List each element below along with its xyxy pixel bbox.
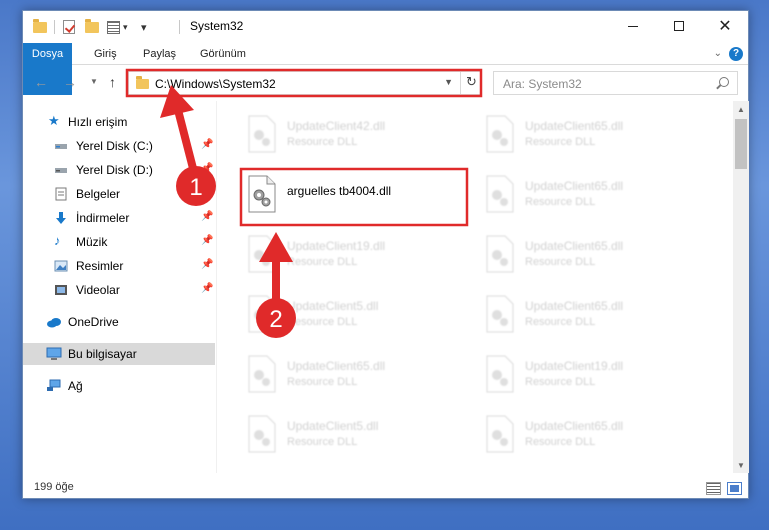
- sidebar-item-onedrive[interactable]: OneDrive: [23, 311, 215, 333]
- dll-file-icon: [247, 415, 277, 453]
- forward-button[interactable]: →: [63, 74, 77, 90]
- scroll-down-icon[interactable]: ▼: [737, 461, 745, 470]
- vertical-scrollbar[interactable]: ▲ ▼: [733, 101, 749, 473]
- help-icon[interactable]: ?: [729, 47, 743, 61]
- pin-icon: 📌: [201, 163, 214, 174]
- window-title: System32: [190, 19, 244, 33]
- pin-icon: 📌: [201, 139, 214, 150]
- item-count: 199 öğe: [34, 481, 74, 493]
- dll-file-icon: [485, 235, 515, 273]
- scroll-up-icon[interactable]: ▲: [737, 105, 745, 114]
- file-name: arguelles tb4004.dll: [287, 184, 392, 198]
- pane-splitter[interactable]: [216, 101, 217, 473]
- separator: [179, 17, 180, 37]
- address-path: C:\Windows\System32: [155, 77, 276, 91]
- star-icon: ★: [48, 113, 60, 128]
- drive-icon: [54, 139, 68, 153]
- downloads-icon: [54, 211, 68, 225]
- folder-icon: [33, 17, 47, 37]
- maximize-button[interactable]: [656, 11, 702, 41]
- search-icon: [719, 77, 729, 87]
- dll-file-icon: [485, 115, 515, 153]
- file-item-selected[interactable]: arguelles tb4004.dll: [239, 169, 459, 221]
- dll-file-icon: [485, 175, 515, 213]
- file-item[interactable]: UpdateClient65.dll Resource DLL: [477, 289, 697, 341]
- music-icon: ♪: [54, 233, 61, 248]
- documents-icon: [54, 187, 68, 201]
- ribbon-tabs: Dosya Giriş Paylaş Görünüm ⌄ ?: [23, 43, 748, 95]
- file-item[interactable]: UpdateClient19.dll Resource DLL: [477, 349, 697, 401]
- status-bar: 199 öğe: [23, 477, 748, 499]
- sidebar-item-drive-c[interactable]: Yerel Disk (C:) 📌: [23, 135, 215, 157]
- tab-share[interactable]: Paylaş: [143, 43, 176, 65]
- new-folder-icon[interactable]: [85, 17, 99, 37]
- folder-icon: [136, 76, 149, 89]
- sidebar-item-videos[interactable]: Videolar 📌: [23, 279, 215, 301]
- navigation-pane: ★ Hızlı erişim Yerel Disk (C:) 📌 Yerel D…: [23, 101, 216, 473]
- sidebar-item-music[interactable]: ♪ Müzik 📌: [23, 231, 215, 253]
- dll-file-icon: [247, 295, 277, 333]
- address-dropdown-icon[interactable]: ▼: [444, 77, 453, 87]
- file-item[interactable]: UpdateClient65.dll Resource DLL: [239, 349, 459, 401]
- title-bar: ▾ ▾ System32 ✕: [23, 11, 748, 43]
- explorer-window: ▾ ▾ System32 ✕ Dosya Giriş Paylaş Görünü…: [22, 10, 749, 499]
- file-item[interactable]: UpdateClient65.dll Resource DLL: [477, 229, 697, 281]
- qa-menu-icon[interactable]: ▾: [141, 17, 147, 37]
- properties-check-icon[interactable]: [63, 17, 75, 37]
- tab-view[interactable]: Görünüm: [200, 43, 246, 65]
- qa-dropdown-icon[interactable]: ▾: [123, 17, 128, 37]
- search-placeholder: Ara: System32: [503, 77, 582, 91]
- large-icons-view-icon[interactable]: [727, 482, 742, 495]
- minimize-button[interactable]: [610, 11, 656, 41]
- scroll-thumb[interactable]: [735, 119, 747, 169]
- file-item[interactable]: UpdateClient42.dll Resource DLL: [239, 109, 459, 161]
- pictures-icon: [54, 259, 68, 273]
- back-button[interactable]: ←: [34, 74, 48, 90]
- up-button[interactable]: ↑: [109, 74, 116, 90]
- network-icon: [46, 379, 61, 393]
- file-item[interactable]: UpdateClient65.dll Resource DLL: [477, 169, 697, 221]
- search-input[interactable]: Ara: System32: [493, 71, 738, 95]
- close-button[interactable]: ✕: [702, 11, 748, 41]
- address-bar[interactable]: C:\Windows\System32 ▼: [128, 71, 482, 95]
- file-list: UpdateClient42.dll Resource DLL arguelle…: [223, 101, 733, 473]
- pin-icon: 📌: [201, 283, 214, 294]
- sidebar-item-quick-access[interactable]: ★ Hızlı erişim: [23, 111, 215, 133]
- file-item[interactable]: UpdateClient19.dll Resource DLL: [239, 229, 459, 281]
- computer-icon: [46, 347, 62, 361]
- pin-icon: 📌: [201, 235, 214, 246]
- dll-file-icon: [485, 295, 515, 333]
- sidebar-item-downloads[interactable]: İndirmeler 📌: [23, 207, 215, 229]
- expand-ribbon-icon[interactable]: ⌄: [714, 48, 722, 59]
- tab-home[interactable]: Giriş: [94, 43, 117, 65]
- dll-file-icon: [247, 115, 277, 153]
- details-view-icon[interactable]: [706, 482, 721, 495]
- onedrive-icon: [46, 315, 61, 329]
- dll-file-icon: [247, 175, 277, 213]
- dll-file-icon: [485, 355, 515, 393]
- recent-locations-icon[interactable]: ▼: [90, 77, 98, 86]
- separator: [54, 17, 55, 37]
- sidebar-item-network[interactable]: Ağ: [23, 375, 215, 397]
- sidebar-item-pictures[interactable]: Resimler 📌: [23, 255, 215, 277]
- customize-qa-icon[interactable]: [107, 17, 120, 37]
- sidebar-item-this-pc[interactable]: Bu bilgisayar: [23, 343, 215, 365]
- videos-icon: [54, 283, 68, 297]
- navigation-bar: ← → ▼ ↑ C:\Windows\System32 ▼ ↻ Ara: Sys…: [23, 67, 748, 99]
- dll-file-icon: [247, 235, 277, 273]
- pin-icon: 📌: [201, 259, 214, 270]
- dll-file-icon: [247, 355, 277, 393]
- refresh-button[interactable]: ↻: [460, 71, 482, 95]
- file-item[interactable]: UpdateClient65.dll Resource DLL: [477, 409, 697, 461]
- sidebar-item-drive-d[interactable]: Yerel Disk (D:) 📌: [23, 159, 215, 181]
- pin-icon: 📌: [201, 211, 214, 222]
- sidebar-item-documents[interactable]: Belgeler 📌: [23, 183, 215, 205]
- file-item[interactable]: UpdateClient65.dll Resource DLL: [477, 109, 697, 161]
- pin-icon: 📌: [201, 187, 214, 198]
- file-item[interactable]: UpdateClient5.dll Resource DLL: [239, 409, 459, 461]
- drive-icon: [54, 163, 68, 177]
- file-item[interactable]: UpdateClient5.dll Resource DLL: [239, 289, 459, 341]
- dll-file-icon: [485, 415, 515, 453]
